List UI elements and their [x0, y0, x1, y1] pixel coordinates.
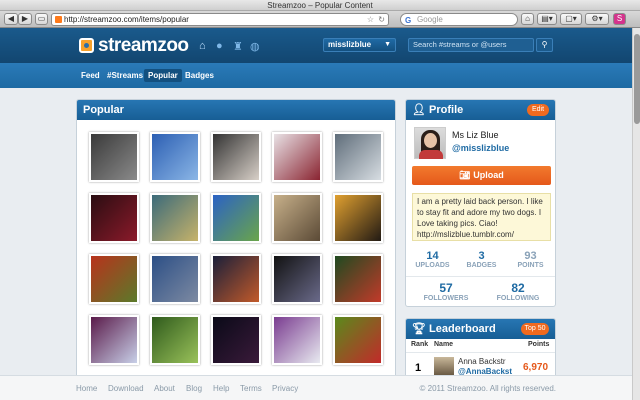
photo-thumbnail[interactable] — [150, 132, 200, 182]
scrollbar-thumb[interactable] — [634, 34, 640, 124]
page-scrollbar[interactable] — [632, 28, 640, 400]
home-icon[interactable]: ⌂ — [521, 13, 534, 25]
footer-download[interactable]: Download — [108, 384, 144, 393]
photo-thumbnail[interactable] — [211, 315, 261, 365]
trophy-icon[interactable]: ♜ — [233, 40, 243, 53]
leader-points: 6,970 — [523, 362, 549, 373]
edit-button[interactable]: Edit — [527, 104, 549, 116]
stat-uploads[interactable]: 14 UPLOADS — [408, 250, 457, 269]
google-icon: G — [405, 16, 412, 25]
upload-button[interactable]: 📷︎ Upload — [412, 166, 551, 185]
extension-icon[interactable]: S — [613, 13, 626, 25]
forward-button[interactable]: ▶ — [18, 13, 32, 25]
nav-popular[interactable]: Popular — [144, 69, 182, 82]
popular-title: Popular — [77, 100, 395, 120]
page-menu-icon[interactable]: ▢▾ — [560, 13, 582, 25]
home-icon[interactable]: ⌂ — [199, 40, 206, 52]
photo-thumbnail[interactable] — [150, 193, 200, 243]
trophy-icon: 🏆︎ — [412, 323, 426, 335]
photo-thumbnail[interactable] — [89, 254, 139, 304]
stat-followers[interactable]: 57 FOLLOWERS — [416, 281, 476, 302]
logo-icon — [79, 38, 94, 53]
photo-thumbnail[interactable] — [211, 193, 261, 243]
photo-thumbnail[interactable] — [150, 254, 200, 304]
photo-thumbnail[interactable] — [211, 132, 261, 182]
tabs-icon[interactable]: ▭ — [35, 13, 48, 25]
photo-thumbnail[interactable] — [333, 254, 383, 304]
bookmarks-icon[interactable]: ▤▾ — [537, 13, 557, 25]
photo-thumbnail[interactable] — [333, 193, 383, 243]
avatar[interactable] — [414, 127, 446, 159]
stat-badges[interactable]: 3 BADGES — [457, 250, 506, 269]
leader-name[interactable]: Anna Backstr — [458, 357, 506, 366]
photo-thumbnail[interactable] — [333, 315, 383, 365]
rss-icon[interactable]: ☆ — [367, 14, 374, 25]
top50-filter[interactable]: Top 50 — [521, 323, 549, 335]
window-title: Streamzoo – Popular Content — [0, 0, 640, 11]
stat-following[interactable]: 82 FOLLOWING — [488, 281, 548, 302]
profile-bio: I am a pretty laid back person. I like t… — [412, 193, 551, 241]
photo-thumbnail[interactable] — [272, 193, 322, 243]
footer-help[interactable]: Help — [213, 384, 229, 393]
browser-toolbar: ◀ ▶ ▭ http://streamzoo.com/items/popular… — [0, 11, 640, 28]
col-rank: Rank — [411, 341, 429, 348]
footer-about[interactable]: About — [154, 384, 175, 393]
leaderboard-title: Leaderboard — [429, 323, 496, 335]
profile-handle[interactable]: @misslizblue — [452, 143, 509, 153]
nav-badges[interactable]: Badges — [181, 69, 218, 82]
photo-thumbnail[interactable] — [333, 132, 383, 182]
photo-thumbnail[interactable] — [150, 315, 200, 365]
photo-thumbnail[interactable] — [89, 193, 139, 243]
photo-thumbnail[interactable] — [211, 254, 261, 304]
profile-title: Profile — [429, 104, 464, 116]
photo-thumbnail[interactable] — [89, 315, 139, 365]
leader-rank: 1 — [415, 362, 422, 374]
site-header: streamzoo ⌂ ● ♜ ◍ misslizblue ▼ Search #… — [0, 28, 632, 63]
people-icon[interactable]: ● — [216, 40, 223, 52]
user-menu[interactable]: misslizblue ▼ — [323, 38, 396, 52]
nav-feed[interactable]: Feed — [77, 69, 104, 82]
search-icon: ⚲ — [541, 40, 548, 49]
camera-icon: 📷︎ — [459, 170, 471, 180]
profile-name: Ms Liz Blue — [452, 130, 499, 140]
col-points: Points — [528, 341, 550, 348]
search-button[interactable]: ⚲ — [536, 38, 553, 52]
footer-terms[interactable]: Terms — [240, 384, 262, 393]
reload-icon[interactable]: ↻ — [378, 14, 385, 25]
leaderboard-panel: 🏆︎ Leaderboard Top 50 Rank Name Points 1… — [405, 318, 556, 378]
col-name: Name — [434, 341, 454, 348]
stat-points[interactable]: 93 POINTS — [506, 250, 555, 269]
address-bar[interactable]: http://streamzoo.com/items/popular ☆ ↻ — [51, 13, 389, 26]
url-text: http://streamzoo.com/items/popular — [64, 15, 189, 24]
google-search-input[interactable]: G Google — [400, 13, 518, 26]
photo-thumbnail[interactable] — [272, 254, 322, 304]
chevron-down-icon: ▼ — [384, 41, 391, 48]
popular-panel: Popular — [76, 99, 396, 379]
footer-blog[interactable]: Blog — [186, 384, 202, 393]
leader-avatar[interactable] — [434, 357, 454, 375]
profile-panel: 👤︎ Profile Edit Ms Liz Blue @misslizblue… — [405, 99, 556, 307]
favicon-icon — [55, 16, 62, 23]
photo-thumbnail[interactable] — [272, 132, 322, 182]
stats-divider — [406, 276, 555, 277]
settings-icon[interactable]: ⚙▾ — [585, 13, 609, 25]
google-placeholder: Google — [417, 15, 443, 24]
chat-icon[interactable]: ◍ — [250, 40, 260, 53]
copyright: © 2011 Streamzoo. All rights reserved. — [419, 384, 556, 393]
user-icon: 👤︎ — [412, 104, 426, 116]
sub-navigation: Feed #Streams Popular Badges — [0, 63, 632, 88]
footer-home[interactable]: Home — [76, 384, 97, 393]
site-search-input[interactable]: Search #streams or @users — [408, 38, 534, 52]
photo-thumbnail[interactable] — [89, 132, 139, 182]
footer-privacy[interactable]: Privacy — [272, 384, 298, 393]
photo-thumbnail[interactable] — [272, 315, 322, 365]
back-button[interactable]: ◀ — [4, 13, 18, 25]
nav-streams[interactable]: #Streams — [103, 69, 147, 82]
site-footer: Home Download About Blog Help Terms Priv… — [0, 375, 632, 400]
